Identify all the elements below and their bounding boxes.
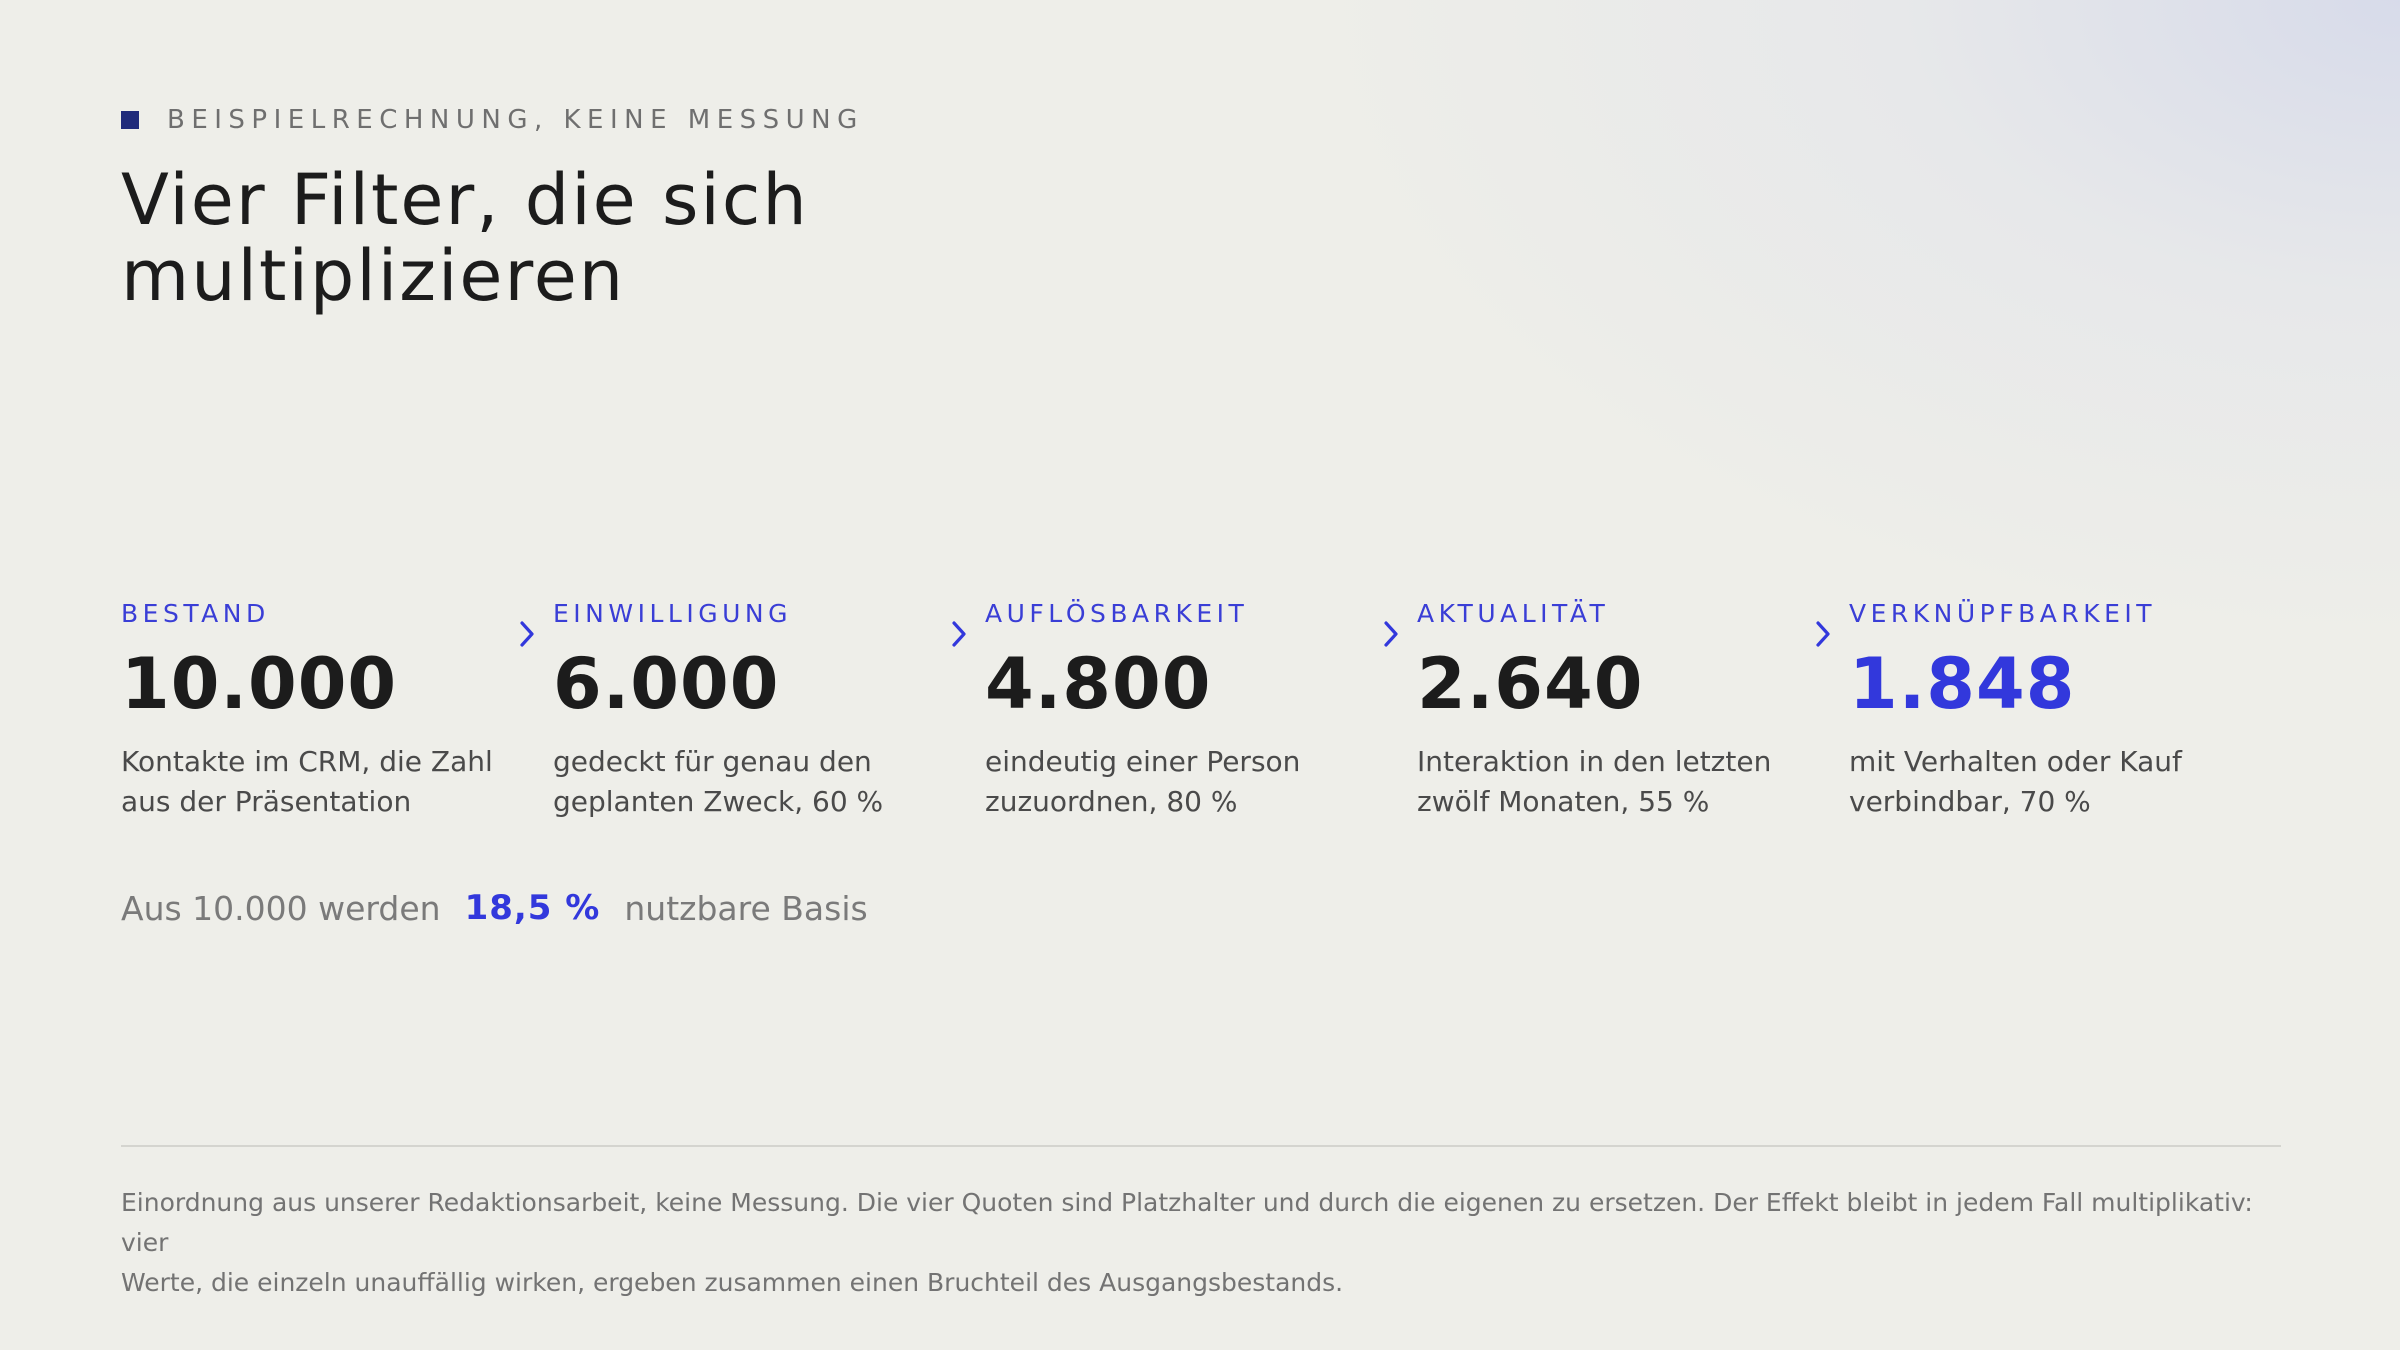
step-value: 2.640 [1417,643,1644,725]
eyebrow: BEISPIELRECHNUNG, KEINE MESSUNG [121,105,864,135]
step-description-line: mit Verhalten oder Kauf [1849,745,2182,778]
step-label: AUFLÖSBARKEIT [985,599,1249,628]
chevron-right-icon [1816,621,1830,647]
summary-percent: 18,5 % [464,888,601,928]
step-value: 10.000 [121,643,398,725]
step-label: BESTAND [121,599,270,628]
step-description: eindeutig einer Person zuzuordnen, 80 % [985,742,1385,822]
step-description: Kontakte im CRM, die Zahl aus der Präsen… [121,742,521,822]
chevron-right-icon [520,621,534,647]
filter-steps: BESTAND 10.000 Kontakte im CRM, die Zahl… [121,596,2281,836]
step-label: VERKNÜPFBARKEIT [1849,599,2157,628]
step-description-line: zwölf Monaten, 55 % [1417,785,1710,818]
step-description-line: verbindbar, 70 % [1849,785,2091,818]
page-title: Vier Filter, die sich multiplizieren [121,162,1121,314]
summary-line: Aus 10.000 werden 18,5 % nutzbare Basis [121,884,868,932]
summary-prefix: Aus 10.000 werden [121,888,441,928]
page-title-line-1: Vier Filter, die sich [121,159,809,241]
step-label: EINWILLIGUNG [553,599,792,628]
summary-suffix: nutzbare Basis [624,888,868,928]
step-bestand: BESTAND 10.000 Kontakte im CRM, die Zahl… [121,596,521,822]
step-value: 4.800 [985,643,1212,725]
step-einwilligung: EINWILLIGUNG 6.000 gedeckt für genau den… [520,596,953,822]
step-description-line: Kontakte im CRM, die Zahl [121,745,493,778]
step-description-line: gedeckt für genau den [553,745,872,778]
step-value-result: 1.848 [1849,643,2076,725]
step-label: AKTUALITÄT [1417,599,1610,628]
footnote: Einordnung aus unserer Redaktionsarbeit,… [121,1183,2291,1303]
step-description: Interaktion in den letzten zwölf Monaten… [1417,742,1817,822]
step-description: mit Verhalten oder Kauf verbindbar, 70 % [1849,742,2249,822]
chevron-right-icon [952,621,966,647]
step-verknuepfbarkeit: VERKNÜPFBARKEIT 1.848 mit Verhalten oder… [1816,596,2249,822]
step-aufloesbarkeit: AUFLÖSBARKEIT 4.800 eindeutig einer Pers… [952,596,1385,822]
step-description-line: Interaktion in den letzten [1417,745,1772,778]
page-title-line-2: multiplizieren [121,235,626,317]
step-description-line: aus der Präsentation [121,785,412,818]
footnote-line: Werte, die einzeln unauffällig wirken, e… [121,1268,1344,1297]
step-value: 6.000 [553,643,780,725]
step-description: gedeckt für genau den geplanten Zweck, 6… [553,742,953,822]
step-aktualitaet: AKTUALITÄT 2.640 Interaktion in den letz… [1384,596,1817,822]
step-description-line: geplanten Zweck, 60 % [553,785,884,818]
footnote-line: Einordnung aus unserer Redaktionsarbeit,… [121,1188,2253,1257]
chevron-right-icon [1384,621,1398,647]
divider [121,1145,2281,1147]
eyebrow-text: BEISPIELRECHNUNG, KEINE MESSUNG [167,105,864,135]
square-marker-icon [121,111,139,129]
step-description-line: zuzuordnen, 80 % [985,785,1238,818]
step-description-line: eindeutig einer Person [985,745,1301,778]
